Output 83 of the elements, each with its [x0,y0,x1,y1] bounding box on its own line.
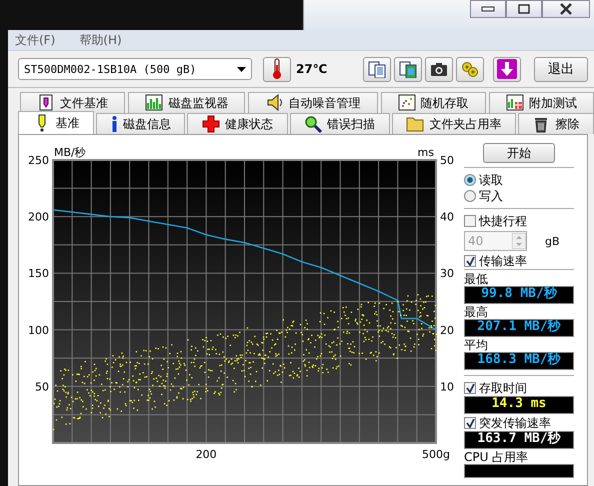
minimize-icon [481,6,495,12]
tab[interactable]: 基准 [18,111,94,134]
speaker-icon [266,94,284,112]
copy-image-button[interactable] [394,56,422,82]
readout-value: 168.3 MB/秒 [477,353,561,367]
tab[interactable]: 自动噪音管理 [248,92,378,113]
axis-label: 100 [28,324,49,337]
start-button[interactable]: 开始 [483,143,555,163]
spinner-arrows-icon [512,233,526,249]
temperature-button[interactable] [263,56,291,82]
tab[interactable]: 磁盘监视器 [128,92,246,113]
readout-value: 207.1 MB/秒 [477,320,561,334]
checkbox-label: 快捷行程 [479,212,527,230]
readout-label: 平均 [464,338,489,352]
radio-label: 读取 [479,172,503,188]
radio-button[interactable] [464,190,476,202]
table-chart-icon [506,94,524,112]
checkmark-icon [466,256,474,266]
tab[interactable]: 文件基准 [20,92,126,113]
checkmark-icon [466,418,474,428]
checkbox-label: 传输速率 [479,252,527,270]
axis-label: 200 [196,448,217,461]
readout-label: CPU 占用率 [464,450,530,464]
tab[interactable]: 文件夹占用率 [392,113,516,134]
axis-title: MB/秒 [54,146,86,159]
axis-label: 40 [440,210,454,224]
document-icon [399,60,417,78]
axis-label: 10 [440,380,454,394]
readout-value: 99.8 MB/秒 [481,287,557,301]
save-button[interactable] [493,56,521,82]
menu-item[interactable]: 文件(F) [15,32,56,48]
tab[interactable]: 附加测试 [488,92,594,113]
readout-value: 14.3 ms [492,397,546,411]
axis-label: 50 [440,154,454,167]
checkbox[interactable] [464,215,476,227]
bar-chart-icon [145,94,164,112]
axis-title: ms [418,146,434,159]
tab[interactable]: 擦除 [518,113,594,134]
checkbox[interactable] [464,255,476,267]
readout-value: 163.7 MB/秒 [477,432,561,446]
scatter-icon [398,94,416,112]
gears-icon [461,60,479,78]
exit-button[interactable]: 退出 [534,56,588,82]
copy-text-button[interactable] [363,56,391,82]
radio-button[interactable] [464,174,476,186]
tab[interactable]: 错误扫描 [290,113,390,134]
close-button[interactable] [542,0,590,18]
axis-label: 250 [28,154,49,167]
checkmark-icon [466,384,474,392]
checkbox-label: 存取时间 [479,380,527,396]
axis-label: 500g [422,448,450,461]
checkbox[interactable] [464,417,476,429]
readout-label: 最低 [464,272,489,286]
axis-label: 200 [28,210,49,224]
readout-label: 最高 [464,305,489,319]
options-button[interactable] [456,56,484,82]
dropdown-arrow-icon [237,66,246,72]
tab[interactable]: 健康状态 [187,113,288,134]
tab[interactable]: 随机存取 [380,92,486,113]
axis-label: 150 [28,267,49,280]
screenshot-button[interactable] [425,56,453,82]
close-icon [559,3,573,15]
axis-label: 50 [35,380,49,394]
checkbox-label: 突发传输速率 [479,414,551,431]
camera-icon [430,60,448,78]
exclamation-document-icon [37,94,56,112]
checkbox[interactable] [464,382,476,394]
radio-label: 写入 [479,188,503,204]
temperature-reading: 27℃ [296,62,328,76]
tab[interactable]: 磁盘信息 [96,113,186,134]
document-icon [368,60,386,78]
magnifier-icon [304,115,322,133]
maximize-button[interactable] [506,0,542,18]
unit-label: gB [545,234,560,248]
minimize-button[interactable] [470,0,506,18]
drive-dropdown[interactable]: ST500DM002-1SB10A (500 gB) [18,58,252,80]
axis-label: 30 [440,267,454,280]
cross-icon [202,115,220,133]
axis-label: 20 [440,324,454,337]
maximize-icon [518,4,530,14]
info-icon [110,115,118,133]
thermometer-icon [272,58,282,80]
menu-item[interactable]: 帮助(H) [79,32,122,48]
